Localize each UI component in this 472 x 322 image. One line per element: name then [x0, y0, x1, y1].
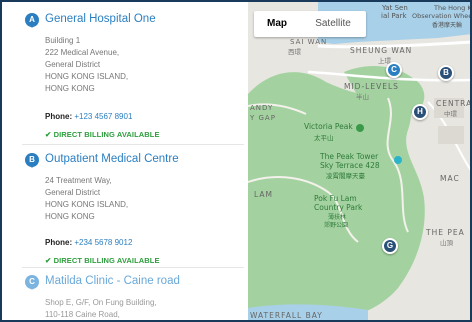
address-line: General District	[45, 60, 101, 69]
map-tab[interactable]: Map	[254, 11, 300, 37]
map-marker-icon: B	[25, 153, 39, 168]
district-label: 中環	[444, 110, 457, 118]
park-label: 郊野公園	[324, 222, 349, 229]
park-label: 太平山	[314, 134, 334, 142]
district-label: CENTRA	[436, 99, 472, 108]
phone-label: Phone:	[45, 112, 73, 121]
address-line: HONG KONG	[45, 212, 95, 221]
address-line: 110-118 Caine Road,	[45, 310, 120, 319]
divider	[22, 267, 244, 268]
district-label: WATERFALL BAY	[250, 311, 323, 320]
phone-link[interactable]: +234 5678 9012	[74, 238, 132, 247]
direct-billing-badge: ✔ DIRECT BILLING AVAILABLE	[45, 256, 160, 265]
map-label: ial Park	[381, 12, 407, 20]
poi-label: The Peak Tower	[320, 152, 379, 161]
clinic-map-marker[interactable]: C	[386, 62, 402, 78]
clinic-address: Shop E, G/F, On Fung Building, 110-118 C…	[45, 297, 157, 320]
district-label: 西環	[288, 48, 301, 56]
divider	[22, 144, 244, 145]
address-line: Building 1	[45, 36, 81, 45]
address-line: HONG KONG ISLAND,	[45, 72, 129, 81]
map-view[interactable]: Map Satellite Yat Sen ial Park The Hong …	[248, 2, 472, 320]
district-label: MAC	[440, 174, 460, 183]
district-label: SAI WAN	[290, 38, 328, 46]
clinic-name-link[interactable]: Matilda Clinic - Caine road	[45, 275, 180, 287]
district-label: 山頂	[440, 239, 453, 247]
address-line: HONG KONG	[45, 84, 95, 93]
address-line: HONG KONG ISLAND,	[45, 200, 129, 209]
map-type-control: Map Satellite	[254, 11, 366, 37]
direct-billing-badge: ✔ DIRECT BILLING AVAILABLE	[45, 130, 160, 139]
map-label: Yat Sen	[382, 4, 408, 12]
district-label: SHEUNG WAN	[350, 46, 413, 55]
district-label: ANDY	[250, 104, 274, 112]
map-marker-icon: C	[25, 275, 39, 290]
phone-link[interactable]: +123 4567 8901	[74, 112, 132, 121]
phone-label: Phone:	[45, 238, 73, 247]
map-label: Observation Wheel	[412, 12, 472, 20]
building-block	[438, 126, 464, 144]
map-label: 香港摩天輪	[432, 22, 463, 29]
clinic-list: A General Hospital One Building 1 222 Me…	[2, 2, 248, 320]
clinic-locator: A General Hospital One Building 1 222 Me…	[0, 0, 472, 322]
district-label: MID-LEVELS	[344, 82, 399, 91]
clinic-address: Building 1 222 Medical Avenue, General D…	[45, 35, 128, 95]
address-line: Shop E, G/F, On Fung Building,	[45, 298, 157, 307]
clinic-map-marker[interactable]: G	[382, 238, 398, 254]
poi-label: Sky Terrace 428	[320, 161, 380, 170]
satellite-tab[interactable]: Satellite	[300, 11, 366, 37]
clinic-address: 24 Treatment Way, General District HONG …	[45, 175, 128, 223]
address-line: 222 Medical Avenue,	[45, 48, 120, 57]
clinic-map-marker[interactable]: B	[438, 65, 454, 81]
park-icon	[356, 124, 364, 132]
address-line: 24 Treatment Way,	[45, 176, 112, 185]
attraction-icon	[394, 156, 402, 164]
district-label: LAM	[254, 190, 273, 199]
park-label: Victoria Peak	[304, 122, 353, 131]
district-label: 半山	[356, 93, 369, 101]
poi-label: 凌霄閣摩天臺	[326, 172, 365, 180]
district-label: Y GAP	[250, 114, 276, 122]
address-line: General District	[45, 188, 101, 197]
clinic-name-link[interactable]: General Hospital One	[45, 13, 156, 25]
park-label: Country Park	[314, 203, 363, 212]
clinic-phone: Phone: +123 4567 8901	[45, 112, 132, 121]
clinic-phone: Phone: +234 5678 9012	[45, 238, 132, 247]
map-label: The Hong K	[434, 4, 472, 12]
clinic-map-marker[interactable]: H	[412, 104, 428, 120]
clinic-name-link[interactable]: Outpatient Medical Centre	[45, 153, 179, 165]
map-marker-icon: A	[25, 13, 39, 28]
district-label: THE PEA	[426, 228, 465, 237]
park-label: Pok Fu Lam	[314, 194, 357, 203]
